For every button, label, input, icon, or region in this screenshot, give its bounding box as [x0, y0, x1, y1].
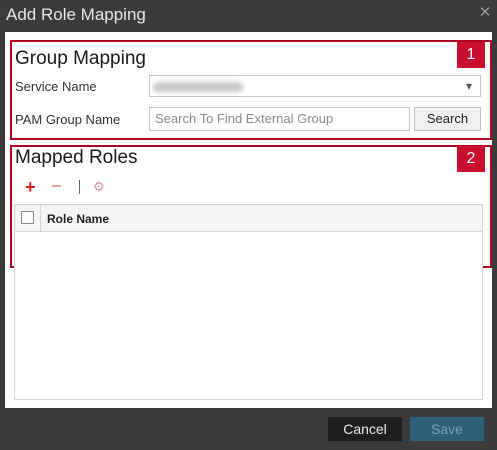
- plus-icon[interactable]: +: [25, 178, 36, 196]
- column-divider: [40, 205, 41, 231]
- callout-badge-2: 2: [457, 146, 485, 172]
- mapped-roles-heading: Mapped Roles: [15, 147, 138, 168]
- select-all-checkbox[interactable]: [21, 211, 34, 224]
- dialog-titlebar: Add Role Mapping ✕: [0, 0, 497, 32]
- pam-group-name-label: PAM Group Name: [15, 112, 121, 127]
- role-icon[interactable]: ⚙: [93, 178, 105, 196]
- close-icon[interactable]: ✕: [477, 5, 493, 21]
- toolbar-separator: [79, 180, 80, 194]
- callout-badge-1: 1: [457, 42, 485, 68]
- cancel-button[interactable]: Cancel: [328, 417, 402, 441]
- pam-group-search-input[interactable]: Search To Find External Group: [149, 107, 410, 131]
- save-button[interactable]: Save: [410, 417, 484, 441]
- group-mapping-heading: Group Mapping: [15, 48, 146, 69]
- minus-icon[interactable]: −: [51, 177, 62, 195]
- roles-grid: Role Name: [14, 204, 483, 400]
- dialog-footer: Cancel Save: [0, 408, 497, 450]
- roles-grid-header: Role Name: [15, 205, 482, 232]
- dialog-title: Add Role Mapping: [6, 5, 146, 24]
- service-name-value-redacted: [153, 82, 243, 92]
- role-name-column-header[interactable]: Role Name: [47, 212, 109, 226]
- chevron-down-icon: ▾: [465, 79, 473, 93]
- service-name-label: Service Name: [15, 79, 97, 94]
- service-name-select[interactable]: ▾: [149, 75, 481, 97]
- dialog-content: 1 Group Mapping Service Name ▾ PAM Group…: [5, 32, 492, 408]
- search-button[interactable]: Search: [414, 107, 481, 131]
